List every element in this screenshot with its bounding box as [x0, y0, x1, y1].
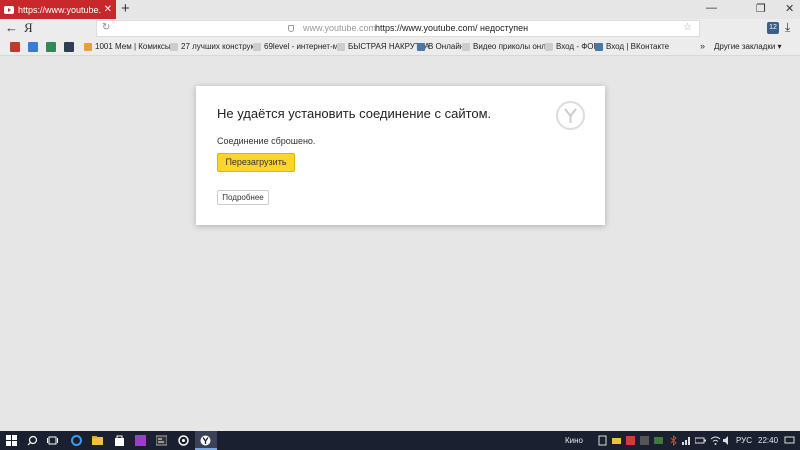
tray-wifi-icon[interactable]	[710, 435, 721, 446]
bookmark-favicon-icon	[170, 42, 178, 51]
window-close-icon[interactable]: ✕	[785, 2, 794, 15]
address-url[interactable]: https://www.youtube.com/ недоступен	[375, 23, 528, 33]
tray-game-icon[interactable]	[653, 435, 664, 446]
bookmark-item[interactable]: 27 лучших конструк	[170, 42, 254, 51]
tab-strip: https://www.youtube.com ✕ + — ❐ ✕	[0, 0, 800, 19]
bookmark-favicon-icon	[595, 42, 603, 51]
bookmark-favicon-icon	[417, 42, 425, 51]
protect-shield-icon[interactable]	[288, 25, 294, 32]
language-indicator[interactable]: РУС	[736, 436, 752, 445]
back-button[interactable]: ←	[5, 20, 18, 35]
bookmark-item[interactable]: 69level - интернет-м	[253, 42, 338, 51]
bookmark-item[interactable]: БЫСТРАЯ НАКРУТКА	[337, 42, 430, 51]
edge-icon[interactable]	[71, 435, 82, 446]
task-view-icon[interactable]	[47, 435, 58, 446]
bookmark-label: 69level - интернет-м	[264, 42, 339, 51]
extension-icon[interactable]: 12	[767, 22, 779, 34]
bookmark-favicon-icon	[84, 42, 92, 51]
chrome-icon[interactable]	[178, 435, 189, 446]
app-purple-icon[interactable]	[135, 435, 146, 446]
bookmark-icon-2[interactable]	[46, 42, 56, 52]
taskbar: Кино РУС 22:40	[0, 431, 800, 450]
error-message: Соединение сброшено.	[217, 136, 316, 146]
tray-folder-icon[interactable]	[611, 435, 622, 446]
store-icon[interactable]	[114, 435, 125, 446]
bookmark-item[interactable]: Видео приколы онл	[462, 42, 546, 51]
bookmark-item[interactable]: Вход | ВКонтакте	[595, 42, 669, 51]
yandex-browser-icon[interactable]	[200, 435, 211, 446]
bookmark-home-icon[interactable]	[10, 42, 20, 52]
other-bookmarks[interactable]: Другие закладки ▾	[714, 42, 782, 51]
bookmark-icon-3[interactable]	[64, 42, 74, 52]
yandex-button[interactable]: Я	[24, 20, 33, 36]
download-icon[interactable]: ⤓	[785, 20, 790, 35]
youtube-favicon-icon	[4, 5, 14, 14]
new-tab-button[interactable]: +	[121, 1, 130, 17]
bookmarks-more-icon[interactable]: »	[700, 41, 705, 51]
restore-icon[interactable]: ❐	[756, 2, 766, 15]
file-explorer-icon[interactable]	[92, 435, 103, 446]
windows-start-icon[interactable]	[6, 435, 17, 446]
bookmarks-bar: 1001 Мем | Комиксы 27 лучших конструк 69…	[0, 38, 800, 56]
bookmark-label: 1001 Мем | Комиксы	[95, 42, 171, 51]
reload-button[interactable]: Перезагрузить	[217, 153, 295, 172]
tab-title: https://www.youtube.com	[18, 4, 101, 15]
bookmark-favicon-icon	[462, 42, 470, 51]
error-title: Не удаётся установить соединение с сайто…	[217, 106, 492, 121]
address-row: ← Я ↻ www.youtube.com https://www.youtub…	[0, 19, 800, 38]
tray-bluetooth-icon[interactable]	[668, 435, 679, 446]
bookmark-favicon-icon	[337, 42, 345, 51]
bookmark-label: 27 лучших конструк	[181, 42, 255, 51]
notifications-icon[interactable]	[784, 435, 795, 446]
bookmark-item[interactable]: Вход - ФОМ	[545, 42, 600, 51]
tray-network-icon[interactable]	[681, 435, 692, 446]
bookmark-label: Видео приколы онл	[473, 42, 546, 51]
bookmark-label: Вход - ФОМ	[556, 42, 601, 51]
bookmark-favicon-icon	[545, 42, 553, 51]
yandex-browser-logo-icon	[556, 101, 585, 130]
tray-battery-icon[interactable]	[695, 435, 706, 446]
bookmark-favicon-icon	[253, 42, 261, 51]
tray-label[interactable]: Кино	[565, 436, 583, 445]
reload-icon[interactable]: ↻	[102, 22, 110, 33]
tray-file-icon[interactable]	[597, 435, 608, 446]
bookmark-item[interactable]: В Онлайне	[417, 42, 469, 51]
bookmark-star-icon[interactable]: ☆	[683, 22, 692, 33]
search-icon[interactable]	[27, 435, 38, 446]
tab-youtube[interactable]: https://www.youtube.com ✕	[0, 0, 116, 19]
tray-app-icon[interactable]	[639, 435, 650, 446]
bookmark-icon-1[interactable]	[28, 42, 38, 52]
clock[interactable]: 22:40	[758, 436, 778, 445]
address-bar[interactable]: ↻ www.youtube.com https://www.youtube.co…	[96, 20, 700, 37]
tray-app-red-icon[interactable]	[625, 435, 636, 446]
details-button[interactable]: Подробнее	[217, 190, 269, 205]
tab-close-icon[interactable]: ✕	[104, 4, 112, 15]
address-host: www.youtube.com	[303, 23, 377, 33]
bookmark-label: Вход | ВКонтакте	[606, 42, 670, 51]
bookmark-item[interactable]: 1001 Мем | Комиксы	[84, 42, 171, 51]
tray-volume-icon[interactable]	[722, 435, 733, 446]
error-card: Не удаётся установить соединение с сайто…	[196, 86, 605, 225]
app-terminal-icon[interactable]	[156, 435, 167, 446]
minimize-icon[interactable]: —	[706, 2, 717, 14]
